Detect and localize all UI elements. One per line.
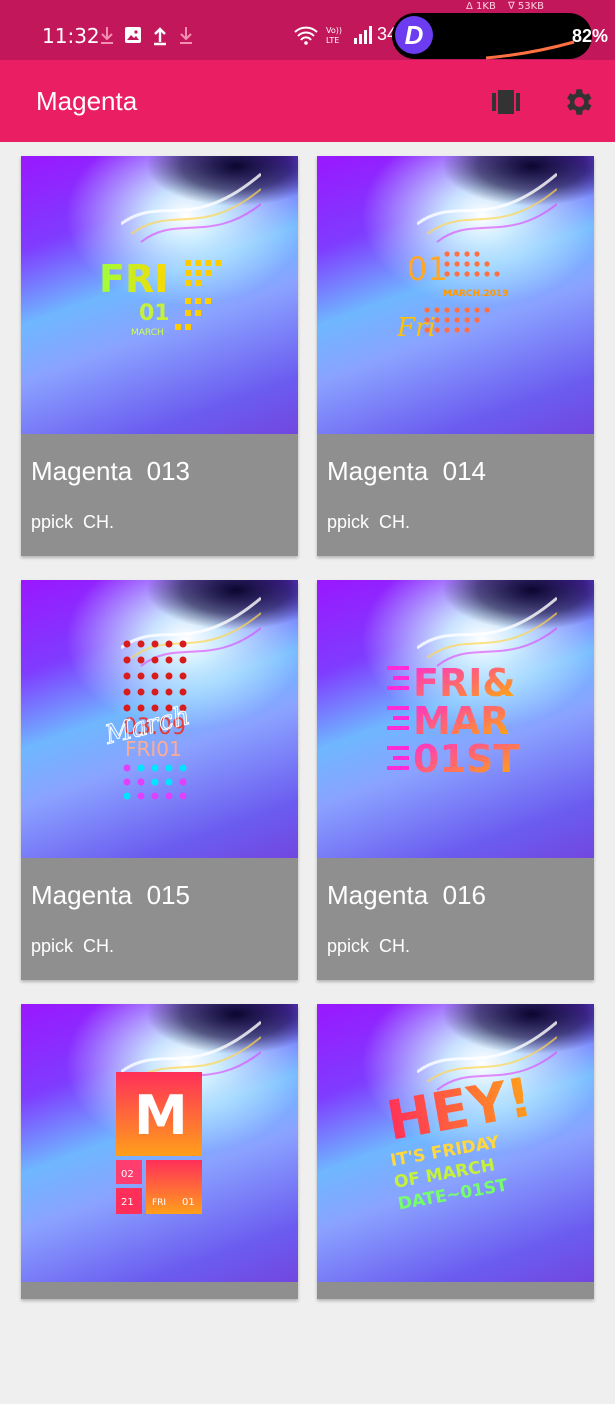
wallpaper-card[interactable]: 01 MARCH.2019 Fri Magenta 014 ppick CH. bbox=[317, 156, 594, 556]
volte-icon: Vo))LTE bbox=[326, 26, 342, 45]
download-icon bbox=[101, 27, 113, 44]
art-text-5: 01 bbox=[182, 1197, 195, 1208]
upload-speed: Δ 1KB bbox=[466, 1, 496, 12]
card-caption bbox=[317, 1282, 594, 1404]
download-speed: ∇ 53KB bbox=[508, 1, 545, 12]
wallpaper-name: Magenta 013 bbox=[31, 456, 191, 486]
svg-text:LTE: LTE bbox=[326, 36, 339, 45]
wallpaper-author: ppick CH. bbox=[327, 512, 411, 532]
art-text-3: 21 bbox=[121, 1197, 134, 1208]
wallpaper-artwork: FRI& MAR 01ST bbox=[387, 661, 519, 780]
wallpaper-card[interactable]: M 02 21 FRI 01 bbox=[21, 1004, 298, 1299]
wallpaper-artwork: M 02 21 FRI 01 bbox=[116, 1072, 202, 1214]
art-text-3: Fri bbox=[397, 313, 436, 343]
card-caption: Magenta 014 ppick CH. bbox=[317, 434, 594, 556]
settings-button[interactable] bbox=[558, 82, 598, 122]
card-caption bbox=[21, 1282, 298, 1404]
art-text-4: FRI bbox=[152, 1198, 166, 1208]
clock: 11:32 bbox=[42, 24, 100, 48]
art-text-3: 01ST bbox=[413, 737, 519, 780]
art-text-1: 01 bbox=[407, 250, 448, 288]
wallpaper-card[interactable]: 03.09 March FRI01 Magenta 015 ppick CH. bbox=[21, 580, 298, 980]
art-text-1: M bbox=[134, 1084, 188, 1147]
wallpaper-author: ppick CH. bbox=[31, 936, 115, 956]
wallpaper-card[interactable]: FRI& MAR 01ST Magenta 016 ppick CH. bbox=[317, 580, 594, 980]
app-bar: Magenta bbox=[0, 60, 615, 142]
gallery-icon bbox=[492, 90, 520, 114]
battery-level: 82% bbox=[572, 26, 609, 46]
wallpaper-name: Magenta 016 bbox=[327, 880, 487, 910]
image-icon bbox=[125, 27, 141, 43]
wallpaper-artwork: 01 MARCH.2019 Fri bbox=[397, 250, 508, 343]
wallpaper-thumbnail[interactable]: HEY! IT'S FRIDAY OF MARCH DATE~01ST bbox=[317, 1004, 594, 1282]
art-text-3: FRI01 bbox=[125, 737, 182, 761]
wallpaper-thumbnail[interactable]: 03.09 March FRI01 bbox=[21, 580, 298, 858]
wallpaper-name: Magenta 014 bbox=[327, 456, 487, 486]
upload-icon bbox=[154, 27, 166, 46]
settings-icon bbox=[567, 89, 592, 115]
wallpaper-name: Magenta 015 bbox=[31, 880, 191, 910]
art-text-2: 01 bbox=[139, 301, 170, 326]
art-text-2: 02 bbox=[121, 1169, 134, 1180]
card-caption: Magenta 015 ppick CH. bbox=[21, 858, 298, 980]
overlay-logo: D bbox=[395, 16, 433, 54]
status-bar: 11:32 Δ 1KB ∇ 53KB Vo)) LTE 34 D 82% bbox=[0, 0, 615, 60]
wallpaper-thumbnail[interactable]: FRI& MAR 01ST bbox=[317, 580, 594, 858]
download-icon bbox=[180, 27, 192, 44]
wallpaper-author: ppick CH. bbox=[31, 512, 115, 532]
wallpaper-artwork: 03.09 March FRI01 bbox=[105, 640, 193, 800]
swirl-decoration bbox=[417, 596, 557, 667]
wallpaper-artwork: HEY! IT'S FRIDAY OF MARCH DATE~01ST bbox=[385, 1066, 535, 1214]
wifi-icon bbox=[294, 26, 318, 45]
art-text-3: MARCH bbox=[131, 328, 164, 338]
card-caption: Magenta 013 ppick CH. bbox=[21, 434, 298, 556]
signal-icon bbox=[354, 26, 372, 44]
wallpaper-thumbnail[interactable]: FRI 01 MARCH bbox=[21, 156, 298, 434]
overlay-accent bbox=[486, 40, 575, 60]
wallpaper-card[interactable]: HEY! IT'S FRIDAY OF MARCH DATE~01ST bbox=[317, 1004, 594, 1299]
gallery-button[interactable] bbox=[486, 82, 526, 122]
wallpaper-thumbnail[interactable]: M 02 21 FRI 01 bbox=[21, 1004, 298, 1282]
swirl-decoration bbox=[121, 172, 261, 243]
wallpaper-author: ppick CH. bbox=[327, 936, 411, 956]
art-text-1: FRI bbox=[99, 257, 168, 301]
swirl-decoration bbox=[417, 172, 557, 243]
wallpaper-artwork: FRI 01 MARCH bbox=[99, 257, 221, 338]
page-title: Magenta bbox=[36, 86, 138, 116]
card-caption: Magenta 016 ppick CH. bbox=[317, 858, 594, 980]
art-text-2: MARCH.2019 bbox=[443, 289, 508, 299]
wallpaper-card[interactable]: FRI 01 MARCH Magenta 013 ppick CH. bbox=[21, 156, 298, 556]
svg-text:Vo)): Vo)) bbox=[326, 26, 342, 35]
wallpaper-thumbnail[interactable]: 01 MARCH.2019 Fri bbox=[317, 156, 594, 434]
